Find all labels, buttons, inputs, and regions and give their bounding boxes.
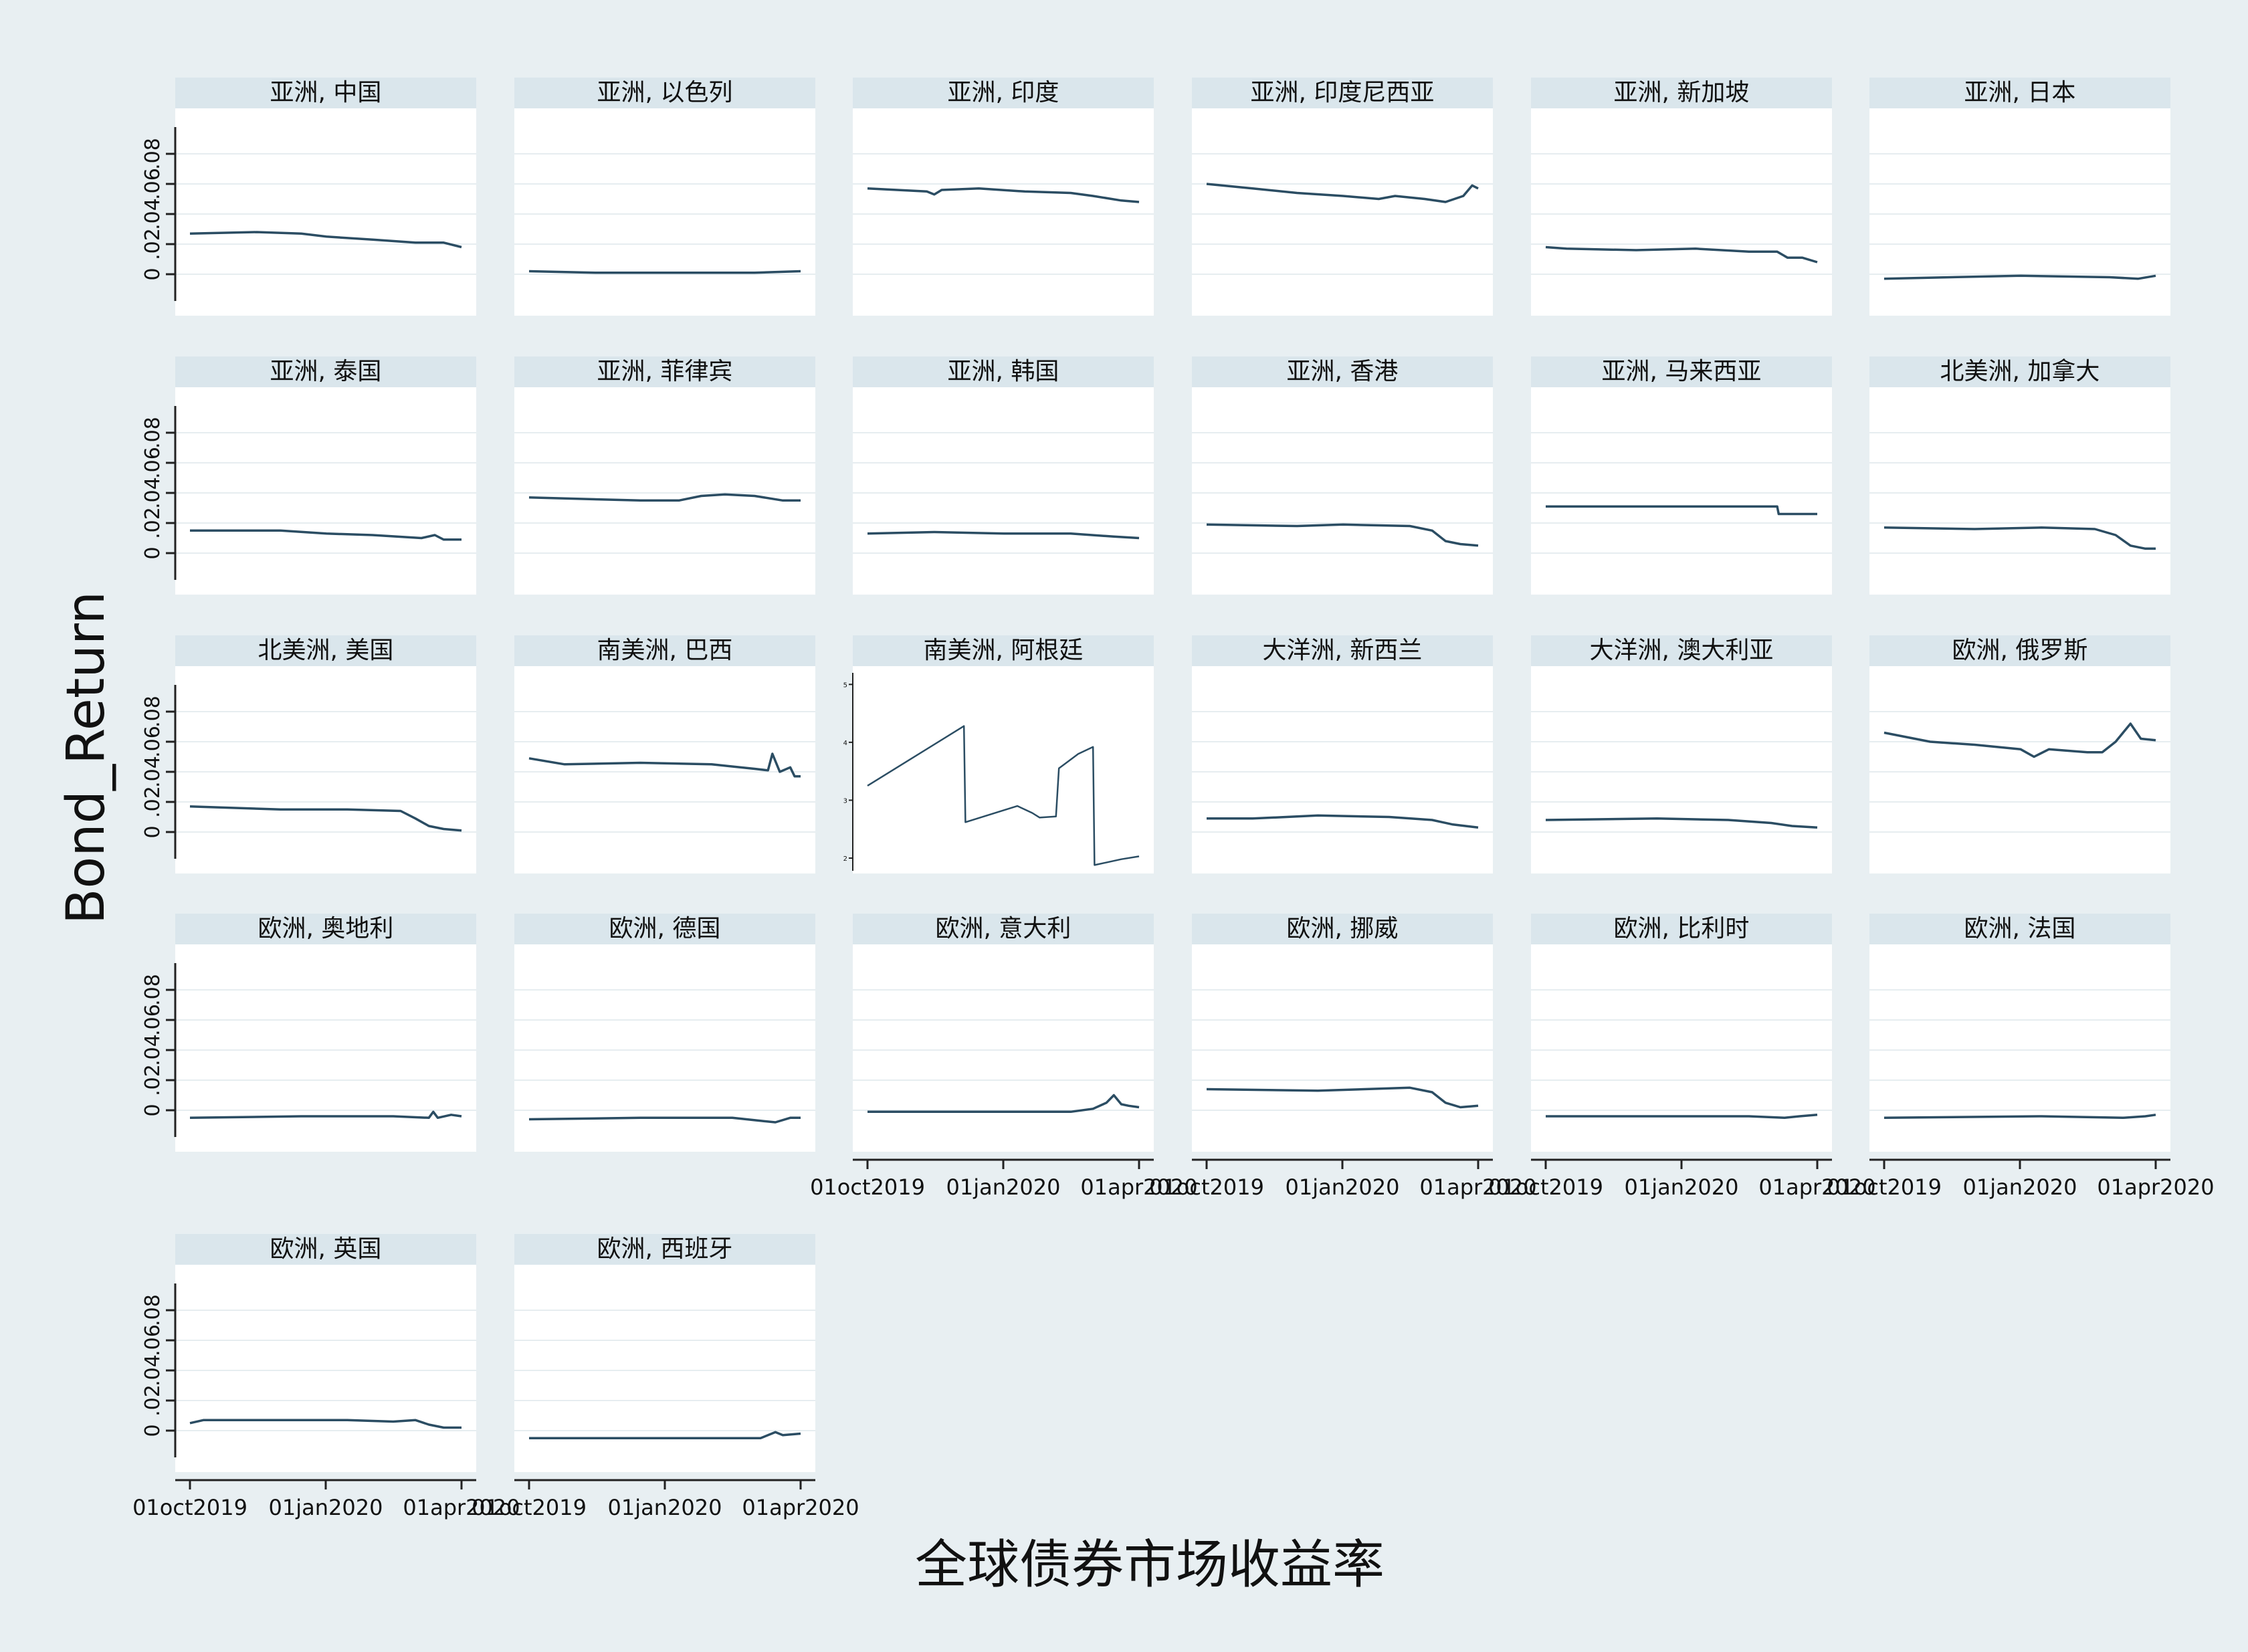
y-tick-label: .06 xyxy=(141,168,165,200)
panel-title: 亚洲, 中国 xyxy=(270,79,382,106)
panel-title: 亚洲, 日本 xyxy=(1964,79,2076,106)
panel-title: 欧洲, 比利时 xyxy=(1614,915,1750,942)
y-tick-label: .08 xyxy=(141,974,165,1006)
panel-plot-area xyxy=(1192,387,1493,595)
x-tick-label: 01oct2019 xyxy=(132,1495,247,1520)
y-tick-label: .04 xyxy=(141,756,165,788)
panel-title: 亚洲, 韩国 xyxy=(948,358,1059,385)
x-tick-label: 01jan2020 xyxy=(1286,1174,1400,1200)
panel-title: 欧洲, 西班牙 xyxy=(597,1235,733,1263)
panel-plot-area xyxy=(1869,944,2170,1152)
y-tick-label: 4 xyxy=(843,740,847,747)
x-tick-label: 01jan2020 xyxy=(608,1495,722,1520)
panel-plot-area xyxy=(514,666,815,873)
y-tick-label: .02 xyxy=(141,1384,165,1417)
panel-title: 亚洲, 印度尼西亚 xyxy=(1251,79,1435,106)
x-tick-label: 01oct2019 xyxy=(1149,1174,1264,1200)
panel-plot-area xyxy=(175,387,476,595)
y-tick-label: .04 xyxy=(141,1354,165,1386)
y-tick-label: .02 xyxy=(141,507,165,539)
y-tick-label: .06 xyxy=(141,726,165,758)
panel-title: 亚洲, 香港 xyxy=(1287,358,1399,385)
faceted-line-chart: 全球债券市场收益率 Bond_Return 亚洲, 中国0.02.04.06.0… xyxy=(56,78,2215,1595)
chart: 全球债券市场收益率 Bond_Return 亚洲, 中国 0.02.04.06.0… xyxy=(0,0,2248,1649)
y-axis-title: Bond_Return xyxy=(56,591,116,924)
x-tick-label: 01apr2020 xyxy=(2097,1174,2214,1200)
panel-plot-area xyxy=(1531,944,1832,1152)
panel-title: 亚洲, 新加坡 xyxy=(1614,79,1750,106)
panel-plot-area xyxy=(175,944,476,1152)
panel-title: 欧洲, 俄罗斯 xyxy=(1952,637,2088,664)
panel-title: 欧洲, 德国 xyxy=(609,915,721,942)
panel-plot-area xyxy=(1192,108,1493,316)
x-tick-label: 01jan2020 xyxy=(1963,1174,2077,1200)
panel-plot-area xyxy=(853,944,1154,1152)
y-tick-label: .02 xyxy=(141,1064,165,1096)
x-tick-label: 01apr2020 xyxy=(742,1495,859,1520)
y-tick-label: 3 xyxy=(843,797,847,805)
panel-title: 欧洲, 英国 xyxy=(270,1235,382,1263)
panel-title: 亚洲, 菲律宾 xyxy=(597,358,733,385)
panel-title: 南美洲, 阿根廷 xyxy=(924,637,1084,664)
panel-title: 北美洲, 加拿大 xyxy=(1940,358,2100,385)
panel-plot-area xyxy=(175,666,476,873)
panel-plot-area xyxy=(1869,666,2170,873)
panel-plot-area xyxy=(1192,944,1493,1152)
panel-plot-area xyxy=(1869,387,2170,595)
panel-title: 大洋洲, 澳大利亚 xyxy=(1590,637,1774,664)
y-tick-label: .04 xyxy=(141,198,165,230)
panel-title: 欧洲, 法国 xyxy=(1964,915,2076,942)
panel-title: 欧洲, 挪威 xyxy=(1287,915,1399,942)
y-tick-label: .06 xyxy=(141,1324,165,1356)
x-tick-label: 01jan2020 xyxy=(1625,1174,1739,1200)
panel-plot-area xyxy=(1531,666,1832,873)
panel-plot-area xyxy=(853,387,1154,595)
panel-title: 大洋洲, 新西兰 xyxy=(1263,637,1423,664)
y-tick-label: .02 xyxy=(141,786,165,818)
panel-plot-area xyxy=(1531,108,1832,316)
x-tick-label: 01jan2020 xyxy=(946,1174,1061,1200)
panel-title: 南美洲, 巴西 xyxy=(597,637,733,664)
y-tick-label: 5 xyxy=(843,682,847,689)
x-tick-label: 01jan2020 xyxy=(269,1495,383,1520)
y-tick-label: .04 xyxy=(141,477,165,509)
y-tick-label: 0 xyxy=(141,546,165,559)
panel-title: 北美洲, 美国 xyxy=(258,637,394,664)
y-tick-label: .08 xyxy=(141,696,165,728)
chart-title: 全球债券市场收益率 xyxy=(915,1535,1385,1595)
y-tick-label: 0 xyxy=(141,268,165,280)
y-tick-label: .06 xyxy=(141,1004,165,1036)
panel-plot-area xyxy=(1531,387,1832,595)
y-tick-label: .04 xyxy=(141,1034,165,1066)
y-tick-label: .02 xyxy=(141,228,165,260)
panel-title: 欧洲, 意大利 xyxy=(936,915,1071,942)
panel-title: 亚洲, 泰国 xyxy=(270,358,382,385)
panel-title: 亚洲, 以色列 xyxy=(597,79,733,106)
y-tick-label: 0 xyxy=(141,1424,165,1437)
panel-title: 欧洲, 奥地利 xyxy=(258,915,394,942)
y-tick-label: .08 xyxy=(141,417,165,449)
y-tick-label: 0 xyxy=(141,825,165,838)
y-tick-label: 2 xyxy=(843,855,847,863)
panel-plot-area xyxy=(514,387,815,595)
x-tick-label: 01oct2019 xyxy=(1827,1174,1942,1200)
panel-plot-area xyxy=(1192,666,1493,873)
x-tick-label: 01oct2019 xyxy=(472,1495,587,1520)
y-tick-label: .08 xyxy=(141,1294,165,1326)
y-tick-label: 0 xyxy=(141,1104,165,1116)
panel-plot-area xyxy=(175,1265,476,1472)
y-tick-label: .06 xyxy=(141,447,165,479)
panel-title: 亚洲, 马来西亚 xyxy=(1602,358,1762,385)
panel-title: 亚洲, 印度 xyxy=(948,79,1059,106)
panel-plot-area xyxy=(175,108,476,316)
y-tick-label: .08 xyxy=(141,138,165,170)
x-tick-label: 01oct2019 xyxy=(1488,1174,1603,1200)
x-tick-label: 01oct2019 xyxy=(810,1174,925,1200)
panel-plot-area xyxy=(514,108,815,316)
panel-plot-area xyxy=(853,108,1154,316)
panel-plot-area xyxy=(853,666,1154,873)
panel-plot-area xyxy=(1869,108,2170,316)
panel-plot-area xyxy=(514,1265,815,1472)
